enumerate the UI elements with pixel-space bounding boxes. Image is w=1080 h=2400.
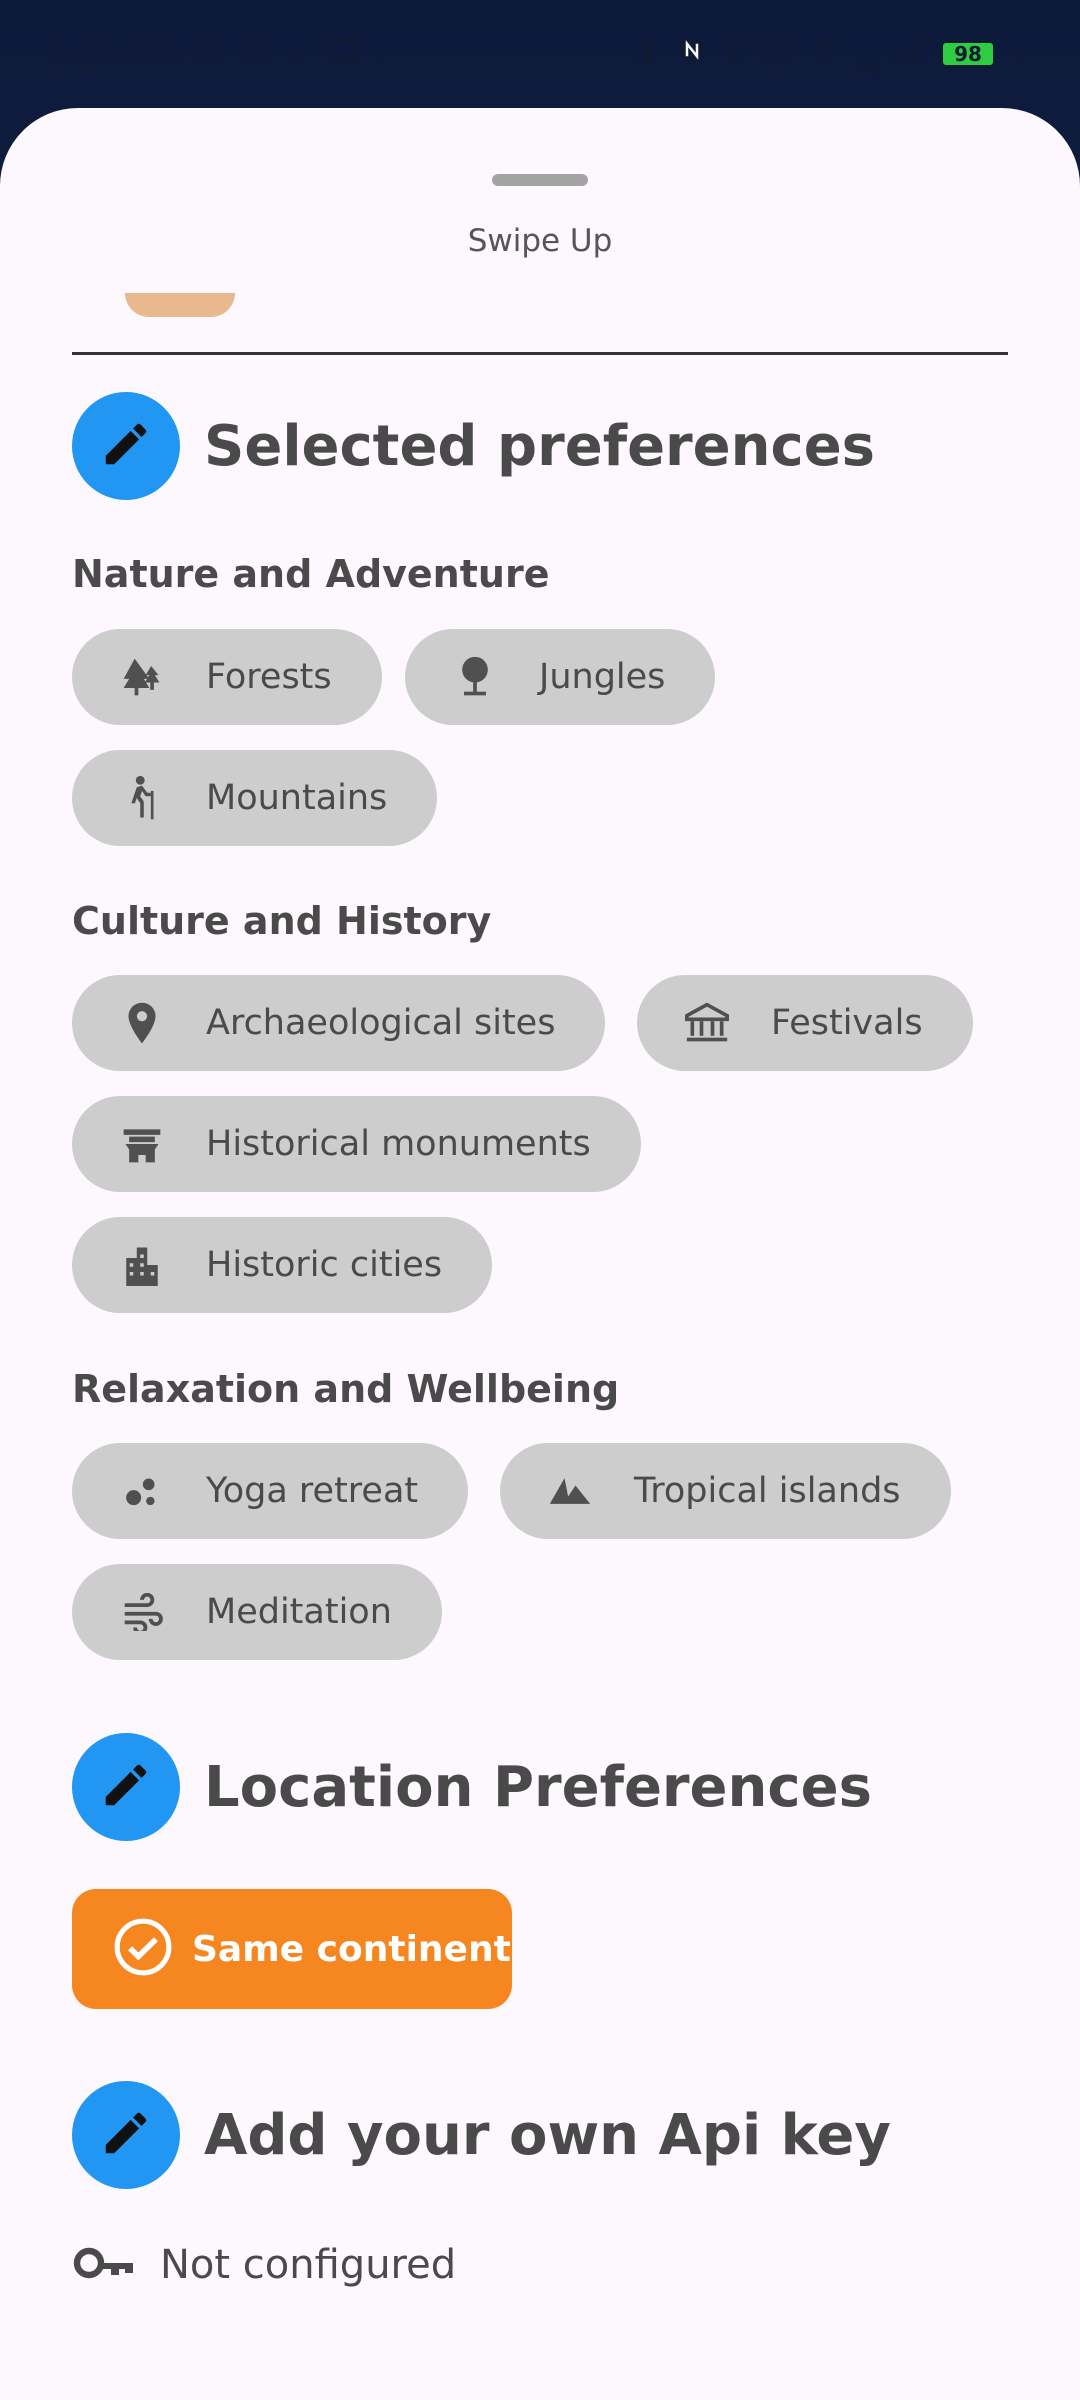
pen-icon bbox=[285, 35, 315, 73]
drag-handle[interactable] bbox=[492, 174, 588, 186]
museum-icon bbox=[685, 1001, 729, 1045]
pencil-icon bbox=[99, 1758, 153, 1816]
status-bar: 9:36 PM 0.00 K/S 4G 98 bbox=[0, 0, 1080, 108]
network-speed: 0.00 K/S bbox=[760, 37, 795, 71]
swipe-up-label: Swipe Up bbox=[467, 223, 613, 259]
edit-api-key-button[interactable] bbox=[72, 2081, 180, 2189]
signal-icon bbox=[896, 35, 926, 73]
category-label: Relaxation and Wellbeing bbox=[72, 1367, 620, 1411]
status-time: 9:36 PM bbox=[48, 34, 181, 74]
battery-indicator: 98 bbox=[940, 40, 996, 68]
avatar bbox=[125, 293, 235, 317]
location-pin-icon bbox=[120, 1001, 164, 1045]
pencil-icon bbox=[99, 2106, 153, 2164]
divider bbox=[72, 352, 1008, 355]
edit-location-button[interactable] bbox=[72, 1733, 180, 1841]
category-label: Nature and Adventure bbox=[72, 552, 550, 596]
api-header: Add your own Api key bbox=[72, 2081, 891, 2189]
whatsapp-icon bbox=[195, 34, 227, 74]
pencil-icon bbox=[99, 417, 153, 475]
chip-yoga-retreat[interactable]: Yoga retreat bbox=[72, 1443, 469, 1539]
location-option-label: Same continent bbox=[192, 1928, 511, 1970]
forest-icon bbox=[120, 655, 164, 699]
edit-preferences-button[interactable] bbox=[72, 392, 180, 500]
charging-icon bbox=[1010, 34, 1032, 74]
vibrate-icon bbox=[633, 35, 663, 73]
chip-festivals[interactable]: Festivals bbox=[637, 975, 973, 1071]
hiking-icon bbox=[120, 775, 164, 820]
bluetooth-icon bbox=[721, 35, 747, 73]
chip-historic-cities[interactable]: Historic cities bbox=[72, 1217, 493, 1313]
chip-archaeological-sites[interactable]: Archaeological sites bbox=[72, 975, 606, 1071]
tree-icon bbox=[453, 655, 497, 699]
key-icon bbox=[72, 2243, 138, 2287]
check-circle-icon bbox=[112, 1916, 174, 1982]
messenger-icon bbox=[241, 35, 271, 73]
location-title: Location Preferences bbox=[204, 1754, 872, 1820]
chip-meditation[interactable]: Meditation bbox=[72, 1564, 442, 1660]
chip-historical-monuments[interactable]: Historical monuments bbox=[72, 1096, 641, 1192]
api-title: Add your own Api key bbox=[204, 2102, 891, 2168]
preferences-header: Selected preferences bbox=[72, 392, 875, 500]
bubbles-icon bbox=[120, 1469, 164, 1513]
city-icon bbox=[120, 1243, 164, 1287]
api-status-label: Not configured bbox=[160, 2242, 457, 2288]
nfc-icon bbox=[677, 35, 707, 73]
landscape-icon bbox=[548, 1469, 592, 1513]
category-label: Culture and History bbox=[72, 899, 492, 943]
bottom-sheet: Swipe Up Selected preferences Nature and… bbox=[0, 108, 1080, 2400]
chip-jungles[interactable]: Jungles bbox=[405, 629, 716, 725]
circle-icon bbox=[329, 34, 361, 74]
wifi-icon bbox=[808, 35, 842, 73]
wind-icon bbox=[120, 1590, 164, 1634]
preferences-title: Selected preferences bbox=[204, 413, 876, 479]
location-header: Location Preferences bbox=[72, 1733, 872, 1841]
location-option-button[interactable]: Same continent bbox=[72, 1889, 512, 2009]
network-type: 4G bbox=[856, 60, 882, 80]
chip-mountains[interactable]: Mountains bbox=[72, 750, 438, 846]
chip-forests[interactable]: Forests bbox=[72, 629, 382, 725]
api-key-status: Not configured bbox=[72, 2242, 456, 2288]
chip-tropical-islands[interactable]: Tropical islands bbox=[500, 1443, 951, 1539]
temple-icon bbox=[120, 1122, 164, 1166]
